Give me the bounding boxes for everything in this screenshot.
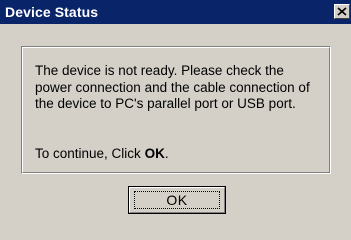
- error-message: The device is not ready. Please check th…: [35, 63, 310, 111]
- continue-prefix: To continue, Click: [35, 146, 145, 161]
- device-status-dialog: Device Status The device is not ready. P…: [0, 0, 351, 240]
- continue-ok-emphasis: OK: [144, 146, 165, 161]
- close-icon: [337, 7, 347, 16]
- dialog-title: Device Status: [5, 4, 99, 20]
- title-bar[interactable]: Device Status: [0, 0, 351, 24]
- ok-button-label: OK: [166, 192, 188, 208]
- close-button[interactable]: [334, 4, 350, 19]
- message-panel: The device is not ready. Please check th…: [21, 46, 331, 174]
- continue-instruction: To continue, Click OK.: [35, 146, 169, 161]
- ok-button[interactable]: OK: [128, 186, 226, 214]
- continue-suffix: .: [164, 146, 169, 161]
